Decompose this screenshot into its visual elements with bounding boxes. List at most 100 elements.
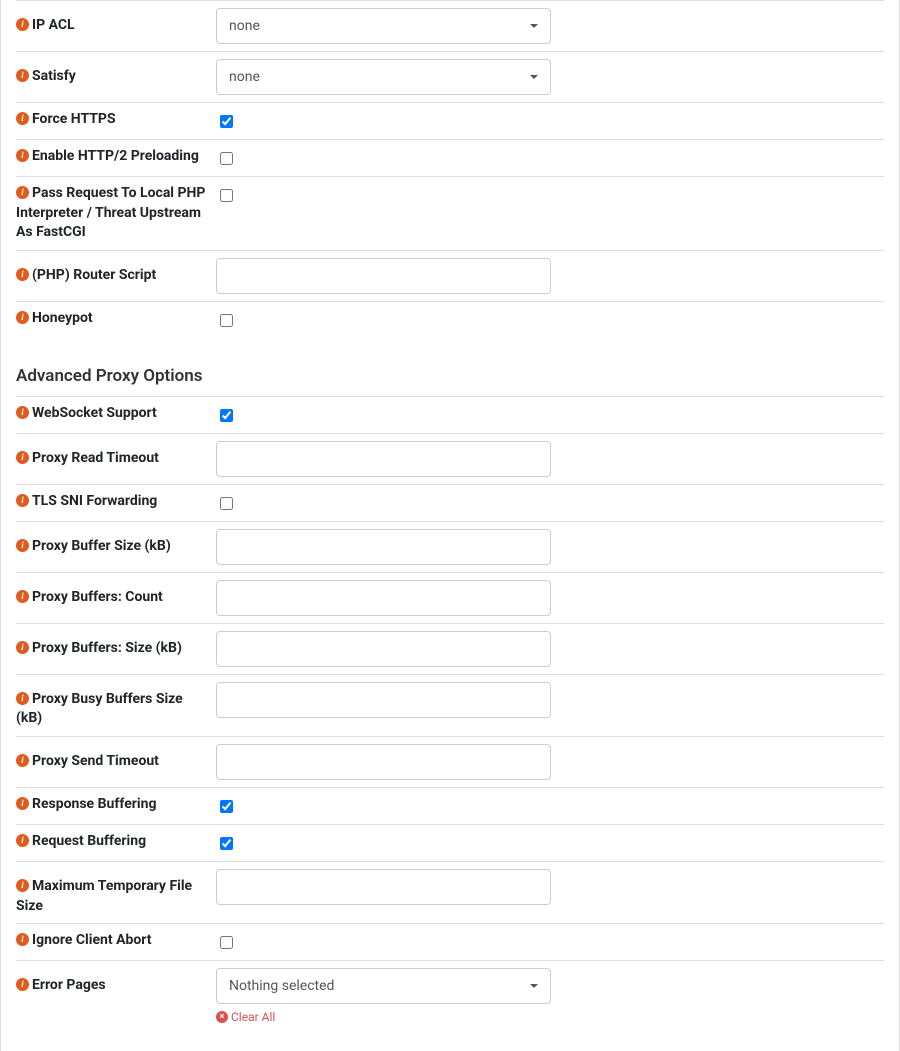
input-col <box>216 147 551 169</box>
label-error-pages: iError Pages <box>16 968 216 996</box>
info-icon[interactable]: i <box>16 539 29 552</box>
error-pages-select[interactable]: Nothing selected <box>216 968 551 1004</box>
input-col <box>216 529 551 565</box>
info-icon[interactable]: i <box>16 978 29 991</box>
proxy-buffers-count-input[interactable] <box>216 580 551 616</box>
label-text: Error Pages <box>32 977 106 993</box>
input-col <box>216 631 551 667</box>
form-row-force-https: iForce HTTPS <box>16 102 884 139</box>
response-buffering-checkbox[interactable] <box>220 800 233 813</box>
websocket-checkbox[interactable] <box>220 409 233 422</box>
form-row-ignore-client-abort: iIgnore Client Abort <box>16 923 884 960</box>
info-icon[interactable]: i <box>16 268 29 281</box>
max-temp-file-input[interactable] <box>216 869 551 905</box>
form-row-pass-local-php: iPass Request To Local PHP Interpreter /… <box>16 176 884 250</box>
info-icon[interactable]: i <box>16 112 29 125</box>
request-buffering-checkbox[interactable] <box>220 837 233 850</box>
input-col <box>216 258 551 294</box>
chevron-down-icon <box>530 75 538 79</box>
label-proxy-buffers-count: iProxy Buffers: Count <box>16 580 216 608</box>
checkbox-wrap <box>216 492 236 514</box>
form-row-satisfy: iSatisfynone <box>16 51 884 102</box>
checkbox-wrap <box>216 309 236 331</box>
proxy-read-timeout-input[interactable] <box>216 441 551 477</box>
ip-acl-select[interactable]: none <box>216 8 551 44</box>
label-http2-preload: iEnable HTTP/2 Preloading <box>16 147 216 167</box>
proxy-send-timeout-input[interactable] <box>216 744 551 780</box>
label-satisfy: iSatisfy <box>16 59 216 87</box>
checkbox-wrap <box>216 184 236 206</box>
info-icon[interactable]: i <box>16 149 29 162</box>
label-proxy-read-timeout: iProxy Read Timeout <box>16 441 216 469</box>
input-col <box>216 580 551 616</box>
force-https-checkbox[interactable] <box>220 115 233 128</box>
http2-preload-checkbox[interactable] <box>220 152 233 165</box>
input-col <box>216 309 551 331</box>
checkbox-wrap <box>216 404 236 426</box>
info-icon[interactable]: i <box>16 186 29 199</box>
proxy-buffers-size-input[interactable] <box>216 631 551 667</box>
label-php-router: i(PHP) Router Script <box>16 258 216 286</box>
checkbox-wrap <box>216 795 236 817</box>
label-text: Proxy Buffers: Size (kB) <box>32 640 182 656</box>
info-icon[interactable]: i <box>16 754 29 767</box>
ignore-client-abort-checkbox[interactable] <box>220 936 233 949</box>
info-icon[interactable]: i <box>16 879 29 892</box>
proxy-busy-buffers-input[interactable] <box>216 682 551 718</box>
info-icon[interactable]: i <box>16 406 29 419</box>
label-text: IP ACL <box>32 17 75 33</box>
form-row-php-router: i(PHP) Router Script <box>16 250 884 301</box>
info-icon[interactable]: i <box>16 311 29 324</box>
form-row-proxy-buffer-size: iProxy Buffer Size (kB) <box>16 521 884 572</box>
info-icon[interactable]: i <box>16 641 29 654</box>
select-value: Nothing selected <box>229 978 334 994</box>
label-text: Proxy Read Timeout <box>32 450 159 466</box>
input-col <box>216 744 551 780</box>
honeypot-checkbox[interactable] <box>220 314 233 327</box>
label-text: TLS SNI Forwarding <box>32 493 157 509</box>
input-col <box>216 441 551 477</box>
chevron-down-icon <box>530 24 538 28</box>
info-icon[interactable]: i <box>16 494 29 507</box>
label-text: Proxy Buffer Size (kB) <box>32 538 171 554</box>
checkbox-wrap <box>216 110 236 132</box>
label-text: Proxy Buffers: Count <box>32 589 163 605</box>
form-row-ip-acl: iIP ACLnone <box>16 0 884 51</box>
info-icon[interactable]: i <box>16 933 29 946</box>
input-col <box>216 184 551 206</box>
info-icon[interactable]: i <box>16 797 29 810</box>
form-row-proxy-buffers-size: iProxy Buffers: Size (kB) <box>16 623 884 674</box>
info-icon[interactable]: i <box>16 834 29 847</box>
php-router-input[interactable] <box>216 258 551 294</box>
info-icon[interactable]: i <box>16 590 29 603</box>
settings-panel: iIP ACLnoneiSatisfynoneiForce HTTPSiEnab… <box>0 0 900 1051</box>
proxy-buffer-size-input[interactable] <box>216 529 551 565</box>
label-proxy-buffers-size: iProxy Buffers: Size (kB) <box>16 631 216 659</box>
proxy-section: iWebSocket SupportiProxy Read TimeoutiTL… <box>16 396 884 1031</box>
label-text: Ignore Client Abort <box>32 932 151 948</box>
input-col: Nothing selected ×Clear All <box>216 968 551 1024</box>
form-row-request-buffering: iRequest Buffering <box>16 824 884 861</box>
form-row-max-temp-file: iMaximum Temporary File Size <box>16 861 884 923</box>
clear-all-link[interactable]: ×Clear All <box>216 1010 275 1024</box>
label-force-https: iForce HTTPS <box>16 110 216 130</box>
form-row-proxy-read-timeout: iProxy Read Timeout <box>16 433 884 484</box>
pass-local-php-checkbox[interactable] <box>220 189 233 202</box>
info-icon[interactable]: i <box>16 451 29 464</box>
label-ip-acl: iIP ACL <box>16 8 216 36</box>
label-text: Proxy Busy Buffers Size (kB) <box>16 691 183 727</box>
label-response-buffering: iResponse Buffering <box>16 795 216 815</box>
label-text: Maximum Temporary File Size <box>16 878 192 914</box>
input-col <box>216 795 551 817</box>
info-icon[interactable]: i <box>16 692 29 705</box>
form-row-proxy-send-timeout: iProxy Send Timeout <box>16 736 884 787</box>
form-row-tls-sni: iTLS SNI Forwarding <box>16 484 884 521</box>
label-text: Enable HTTP/2 Preloading <box>32 148 199 164</box>
info-icon[interactable]: i <box>16 69 29 82</box>
label-text: WebSocket Support <box>32 405 157 421</box>
satisfy-select[interactable]: none <box>216 59 551 95</box>
info-icon[interactable]: i <box>16 18 29 31</box>
tls-sni-checkbox[interactable] <box>220 497 233 510</box>
checkbox-wrap <box>216 147 236 169</box>
label-text: Satisfy <box>32 68 76 84</box>
